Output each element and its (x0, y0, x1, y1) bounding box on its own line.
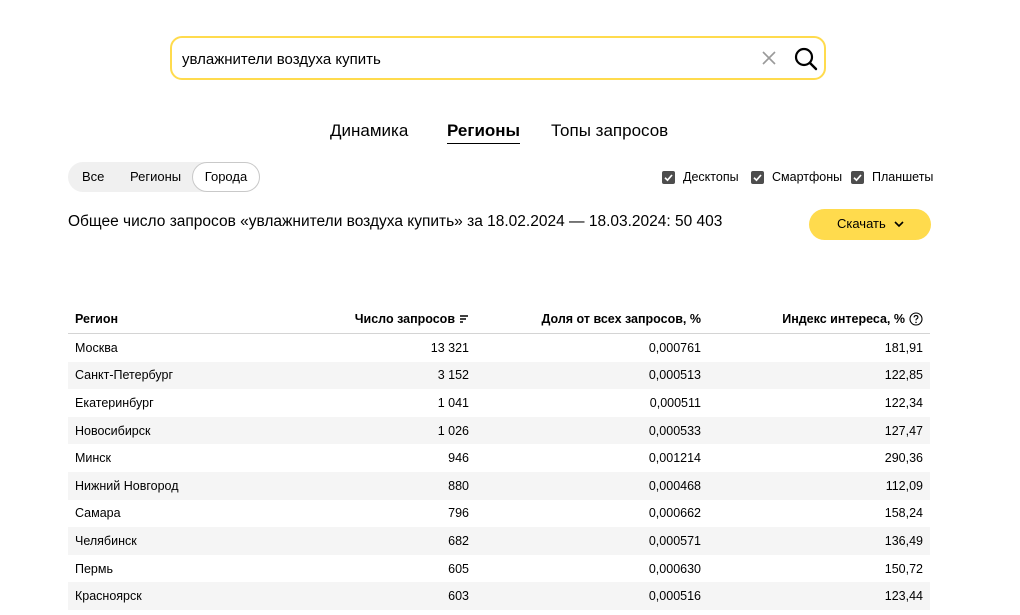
share-cell: 0,000630 (648, 561, 701, 576)
region-cell: Пермь (75, 561, 113, 576)
column-header-interest[interactable]: Индекс интереса, % (701, 304, 930, 334)
region-filter: Все Регионы Города (68, 162, 260, 192)
queries-cell: 796 (448, 506, 469, 521)
regions-table: Регион Число запросов Доля от всех запро… (68, 304, 930, 610)
region-cell: Екатеринбург (75, 395, 154, 410)
queries-cell: 605 (448, 561, 469, 576)
checkbox-label: Десктопы (683, 170, 739, 184)
filter-regions[interactable]: Регионы (130, 162, 181, 192)
interest-cell: 181,91 (884, 340, 923, 355)
interest-cell: 123,44 (701, 582, 930, 610)
table-row: Красноярск 603 0,000516 123,44 (68, 582, 930, 610)
table-row: Москва 13 321 0,000761 181,91 (68, 334, 930, 362)
queries-cell: 946 (448, 451, 469, 466)
table-row: Нижний Новгород 880 0,000468 112,09 (68, 471, 930, 500)
table-row: Самара 796 0,000662 158,24 (68, 500, 930, 528)
region-cell: Нижний Новгород (68, 471, 275, 500)
queries-cell: 13 321 (430, 340, 469, 355)
interest-cell: 122,34 (884, 395, 923, 410)
total-queries-text: Общее число запросов «увлажнители воздух… (68, 213, 723, 230)
close-icon[interactable] (760, 49, 778, 67)
share-cell: 0,000513 (469, 361, 701, 390)
region-cell: Новосибирск (68, 416, 275, 445)
checkbox-checked-icon[interactable] (851, 171, 864, 184)
help-icon[interactable] (909, 311, 923, 326)
chevron-down-icon (894, 221, 904, 228)
search-box[interactable]: увлажнители воздуха купить (170, 36, 826, 80)
download-button[interactable]: Скачать (809, 209, 931, 240)
interest-cell: 127,47 (701, 416, 930, 445)
filter-all[interactable]: Все (82, 162, 104, 192)
share-cell: 0,001214 (648, 451, 701, 466)
interest-cell: 150,72 (884, 561, 923, 576)
checkbox-checked-icon[interactable] (662, 171, 675, 184)
checkbox-label: Планшеты (872, 170, 934, 184)
table-header-row: Регион Число запросов Доля от всех запро… (68, 304, 930, 334)
column-header-region[interactable]: Регион (68, 304, 275, 334)
interest-cell: 158,24 (884, 506, 923, 521)
tab-dynamics[interactable]: Динамика (330, 121, 408, 143)
column-header-label: Индекс интереса, % (782, 311, 905, 326)
share-cell: 0,000516 (469, 582, 701, 610)
download-label: Скачать (837, 216, 886, 231)
checkbox-label: Смартфоны (772, 170, 843, 184)
region-cell: Санкт-Петербург (68, 361, 275, 390)
share-cell: 0,000533 (469, 416, 701, 445)
filter-cities[interactable]: Города (192, 162, 260, 192)
table-row: Минск 946 0,001214 290,36 (68, 444, 930, 472)
share-cell: 0,000468 (469, 471, 701, 500)
region-cell: Челябинск (68, 527, 275, 555)
search-input[interactable]: увлажнители воздуха купить (182, 51, 381, 68)
interest-cell: 136,49 (701, 527, 930, 555)
interest-cell: 112,09 (701, 471, 930, 500)
share-cell: 0,000761 (648, 340, 701, 355)
table-row: Екатеринбург 1 041 0,000511 122,34 (68, 389, 930, 417)
search-icon[interactable] (793, 46, 819, 72)
queries-cell: 3 152 (275, 361, 469, 390)
tab-top-queries[interactable]: Топы запросов (551, 121, 668, 143)
region-cell: Самара (75, 506, 121, 521)
table-row: Пермь 605 0,000630 150,72 (68, 555, 930, 583)
share-cell: 0,000571 (469, 527, 701, 555)
interest-cell: 122,85 (701, 361, 930, 390)
queries-cell: 1 041 (437, 395, 469, 410)
queries-cell: 603 (275, 582, 469, 610)
share-cell: 0,000511 (649, 395, 701, 410)
region-cell: Красноярск (68, 582, 275, 610)
queries-cell: 880 (275, 471, 469, 500)
checkbox-checked-icon[interactable] (751, 171, 764, 184)
column-header-queries[interactable]: Число запросов (275, 304, 469, 334)
share-cell: 0,000662 (648, 506, 701, 521)
interest-cell: 290,36 (884, 451, 923, 466)
region-cell: Минск (75, 451, 112, 466)
table-row: Санкт-Петербург 3 152 0,000513 122,85 (68, 361, 930, 390)
column-header-label: Число запросов (354, 311, 455, 326)
queries-cell: 1 026 (275, 416, 469, 445)
queries-cell: 682 (275, 527, 469, 555)
region-cell: Москва (75, 340, 118, 355)
sort-icon[interactable] (459, 314, 469, 324)
tab-regions[interactable]: Регионы (447, 121, 521, 144)
table-row: Новосибирск 1 026 0,000533 127,47 (68, 416, 930, 445)
table-row: Челябинск 682 0,000571 136,49 (68, 527, 930, 555)
column-header-share[interactable]: Доля от всех запросов, % (469, 304, 701, 334)
